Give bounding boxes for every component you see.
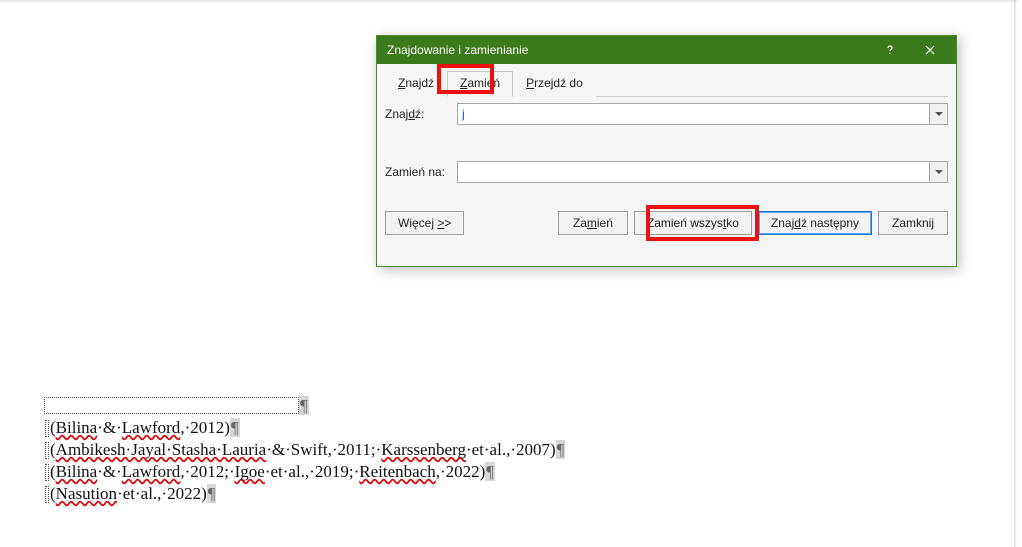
doc-line-3: (Bilina·&·Lawford,·2012;·Igoe·et·al.,·20… (44, 461, 565, 483)
help-button[interactable] (870, 36, 910, 64)
tab-goto[interactable]: Przejdź do (513, 71, 596, 97)
dialog-titlebar: Znajdowanie i zamienianie (377, 36, 956, 64)
replace-dropdown[interactable] (929, 162, 947, 182)
find-label: Znajdź: (385, 107, 457, 121)
pilcrow-icon: ¶ (556, 440, 566, 459)
dialog-buttons: Więcej >> Zamień Zamień wszystko Znajdź … (385, 211, 948, 235)
replace-label: Zamień na: (385, 165, 457, 179)
pilcrow-icon: ¶ (230, 418, 240, 437)
doc-line-2: (Ambikesh·Jayal·Stasha·Lauria·&·Swift,·2… (44, 439, 565, 461)
field-start-mark (45, 442, 49, 459)
find-next-button[interactable]: Znajdź następny (758, 211, 872, 235)
replace-input[interactable] (458, 162, 929, 182)
tab-find[interactable]: Znajdź (385, 71, 447, 97)
tab-replace[interactable]: Zamień (447, 71, 513, 97)
document-content: ¶ (Bilina·&·Lawford,·2012)¶ (Ambikesh·Ja… (44, 395, 565, 505)
replace-all-button[interactable]: Zamień wszystko (634, 211, 752, 235)
replace-row: Zamień na: (385, 161, 948, 183)
close-dialog-button[interactable] (910, 36, 950, 64)
find-combo[interactable] (457, 103, 948, 125)
doc-line-4: (Nasution·et·al.,·2022)¶ (44, 483, 565, 505)
more-button[interactable]: Więcej >> (385, 211, 464, 235)
dialog-tabs: Znajdź Zamień Przejdź do (385, 70, 948, 97)
dialog-title: Znajdowanie i zamienianie (387, 43, 870, 57)
close-button[interactable]: Zamknij (878, 211, 948, 235)
find-row: Znajdź: (385, 103, 948, 125)
field-start-mark (45, 420, 49, 437)
field-placeholder (44, 397, 299, 414)
find-replace-dialog: Znajdowanie i zamienianie Znajdź Zamień … (376, 35, 957, 267)
field-start-mark (45, 464, 49, 481)
doc-line-1: (Bilina·&·Lawford,·2012)¶ (44, 417, 565, 439)
pilcrow-icon: ¶ (299, 396, 309, 415)
pilcrow-icon: ¶ (485, 462, 495, 481)
replace-button[interactable]: Zamień (558, 211, 628, 235)
find-dropdown[interactable] (929, 104, 947, 124)
field-start-mark (45, 486, 49, 503)
pilcrow-icon: ¶ (207, 484, 217, 503)
doc-line-0: ¶ (44, 395, 565, 417)
find-input[interactable] (458, 104, 929, 124)
dialog-body: Znajdź Zamień Przejdź do Znajdź: Zamień … (377, 64, 956, 266)
replace-combo[interactable] (457, 161, 948, 183)
